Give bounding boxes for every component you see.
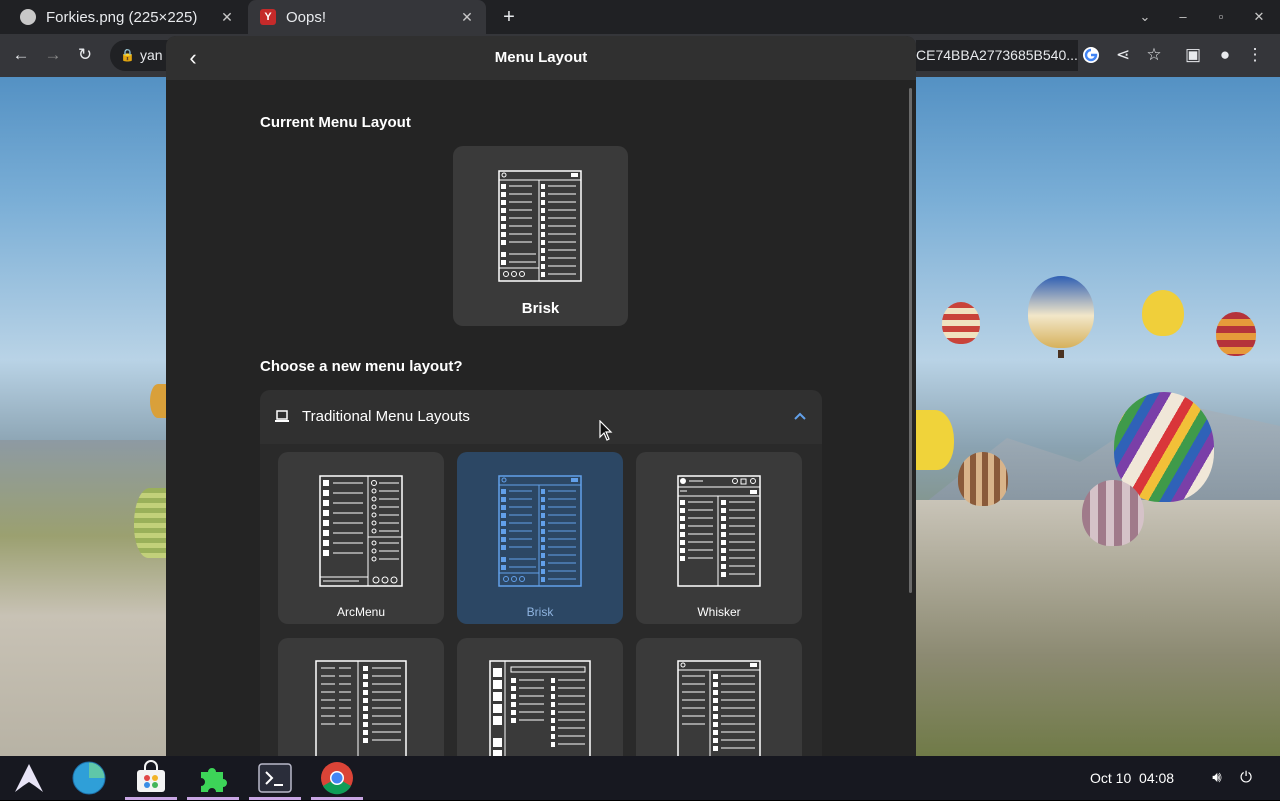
share-icon[interactable]: ⋖ <box>1112 44 1134 66</box>
layout-preview-icon <box>489 660 591 766</box>
globe-icon <box>20 9 36 25</box>
layout-name: Brisk <box>526 605 554 619</box>
balloon-basket <box>1058 350 1064 358</box>
browser-tab[interactable]: Forkies.png (225×225) ✕ <box>0 0 246 34</box>
close-window-icon[interactable]: ✕ <box>1250 8 1268 26</box>
side-panel-icon[interactable]: ▣ <box>1182 44 1204 66</box>
arch-launcher-icon[interactable] <box>11 760 47 796</box>
software-store-icon[interactable] <box>133 760 169 796</box>
clock-time: 04:08 <box>1139 770 1175 786</box>
current-layout-card: Brisk <box>453 146 628 326</box>
forward-icon[interactable]: → <box>42 44 64 66</box>
browser-tab-bar: Forkies.png (225×225) ✕ Y Oops! ✕ + ⌄ – … <box>0 0 1280 34</box>
url-text-end: CE74BBA2773685B540... <box>916 47 1078 63</box>
dialog-title: Menu Layout <box>494 49 588 66</box>
url-text: yan <box>140 47 163 63</box>
tab-search-icon[interactable]: ⌄ <box>1136 8 1154 26</box>
lock-icon: 🔒 <box>120 48 135 62</box>
terminal-icon[interactable] <box>257 760 293 796</box>
balloon <box>150 384 166 418</box>
reload-icon[interactable]: ↻ <box>74 44 96 66</box>
close-icon[interactable]: ✕ <box>218 8 236 26</box>
power-icon[interactable]: ⏻ <box>1236 768 1256 788</box>
address-bar-end[interactable]: CE74BBA2773685B540... <box>916 40 1078 71</box>
layout-card[interactable] <box>278 638 444 766</box>
balloon <box>1216 312 1256 356</box>
dialog-header: Menu Layout ‹ <box>166 36 916 80</box>
yandex-icon: Y <box>260 9 276 25</box>
brisk-layout-icon <box>498 170 582 282</box>
whisker-layout-icon <box>677 475 761 587</box>
brisk-layout-icon <box>498 475 582 587</box>
minimize-icon[interactable]: – <box>1174 8 1192 26</box>
balloon <box>916 410 954 470</box>
current-layout-heading: Current Menu Layout <box>260 114 411 131</box>
layout-card-arcmenu[interactable]: ArcMenu <box>278 452 444 624</box>
layout-card-brisk[interactable]: Brisk <box>457 452 623 624</box>
layout-name: ArcMenu <box>336 605 386 619</box>
layout-card-whisker[interactable]: Whisker <box>636 452 802 624</box>
extensions-puzzle-icon[interactable] <box>195 760 231 796</box>
browser-tab-active[interactable]: Y Oops! ✕ <box>248 0 486 34</box>
balloon <box>1028 276 1094 348</box>
layout-preview-icon <box>677 660 761 766</box>
current-layout-name: Brisk <box>521 300 560 317</box>
chevron-up-icon[interactable] <box>790 406 810 426</box>
wallpaper-rocks-left <box>0 440 166 760</box>
back-chevron-icon[interactable]: ‹ <box>180 45 206 71</box>
profile-icon[interactable]: ● <box>1214 44 1236 66</box>
chrome-icon[interactable] <box>319 760 355 796</box>
balloon <box>942 302 980 344</box>
balloon <box>1082 480 1144 546</box>
volume-icon[interactable]: 🔊︎ <box>1207 768 1227 788</box>
choose-layout-heading: Choose a new menu layout? <box>260 358 463 375</box>
maximize-icon[interactable]: ▫ <box>1212 8 1230 26</box>
clock-date: Oct 10 <box>1090 770 1132 786</box>
menu-layout-dialog: Menu Layout ‹ Current Menu Layout Brisk … <box>166 36 916 766</box>
layout-name: Whisker <box>697 605 741 619</box>
tab-title: Oops! <box>286 8 327 26</box>
tab-title: Forkies.png (225×225) <box>46 8 198 26</box>
balloon <box>1142 290 1184 336</box>
browser-globe-icon[interactable] <box>71 760 107 796</box>
back-icon[interactable]: ← <box>10 44 32 66</box>
expander-label: Traditional Menu Layouts <box>302 408 470 425</box>
bookmark-star-icon[interactable]: ☆ <box>1143 44 1165 66</box>
mouse-cursor-icon <box>599 420 613 441</box>
layout-card[interactable] <box>636 638 802 766</box>
taskbar: Oct 10 04:08 🔊︎ ⏻ <box>0 756 1280 800</box>
laptop-icon <box>275 410 289 422</box>
google-lens-icon[interactable] <box>1080 44 1102 66</box>
balloon <box>958 452 1008 506</box>
taskbar-clock[interactable]: Oct 10 04:08 <box>1090 756 1174 800</box>
layout-preview-icon <box>315 660 407 766</box>
layout-card[interactable] <box>457 638 623 766</box>
close-icon[interactable]: ✕ <box>458 8 476 26</box>
scrollbar[interactable] <box>909 88 912 593</box>
menu-dots-icon[interactable]: ⋮ <box>1244 44 1266 66</box>
address-bar[interactable]: 🔒 yan <box>110 40 170 71</box>
balloon <box>134 488 166 558</box>
arcmenu-layout-icon <box>319 475 403 587</box>
new-tab-icon[interactable]: + <box>498 6 520 28</box>
traditional-layouts-expander[interactable]: Traditional Menu Layouts <box>260 390 822 444</box>
